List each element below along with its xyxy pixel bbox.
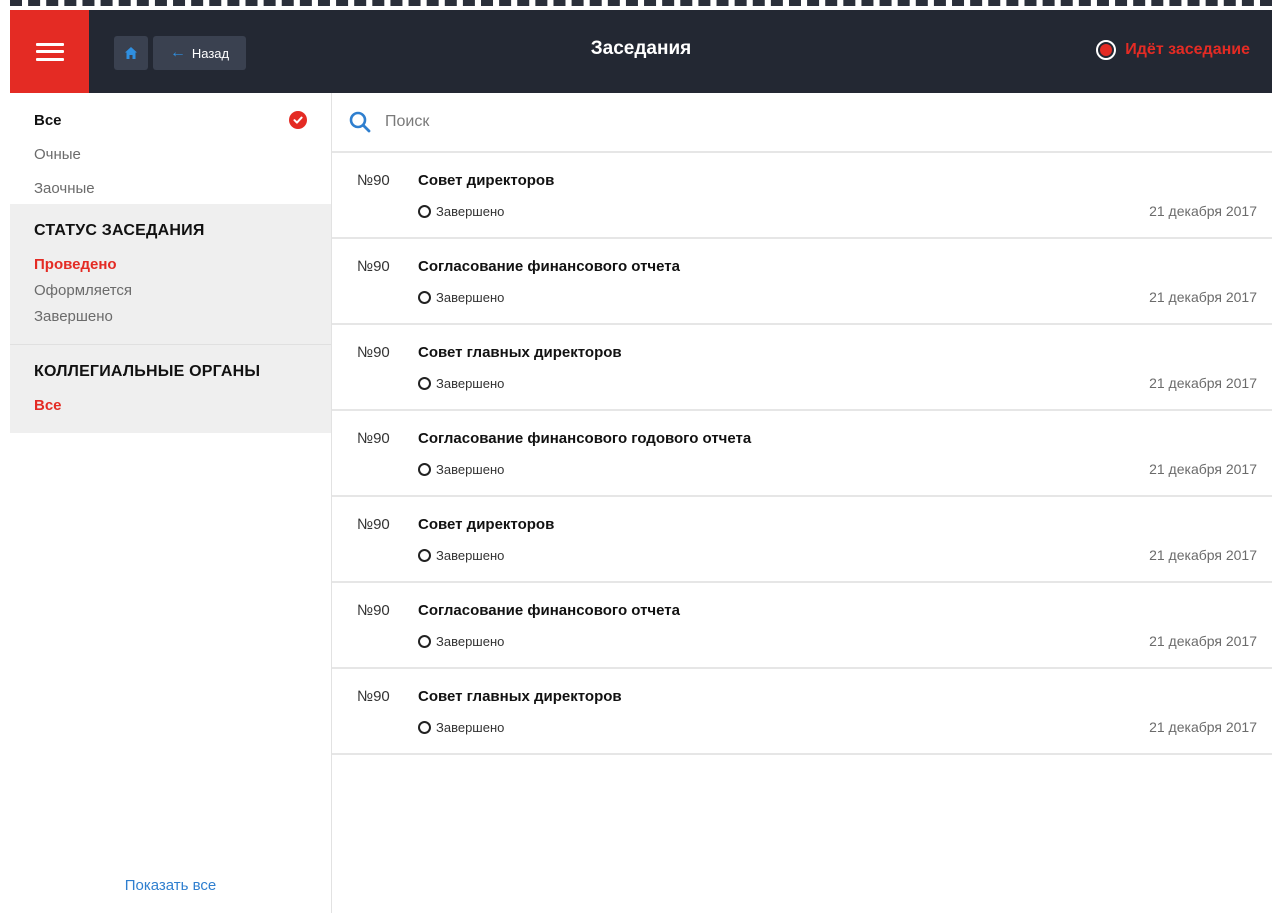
live-meeting-label: Идёт заседание	[1125, 41, 1250, 58]
home-button[interactable]	[114, 36, 148, 70]
meeting-list: №90 Совет директоров Завершено 21 декабр…	[332, 153, 1272, 755]
status-group-title: СТАТУС ЗАСЕДАНИЯ	[34, 222, 205, 239]
filter-type-remote[interactable]: Заочные	[34, 177, 309, 211]
status-filter-held[interactable]: Проведено	[34, 252, 307, 278]
top-strip	[10, 0, 1272, 10]
status-circle-icon	[418, 635, 431, 648]
meeting-type-filter: Все Очные Заочные	[10, 93, 331, 204]
menu-button[interactable]	[10, 10, 89, 93]
status-circle-icon	[418, 721, 431, 734]
search-input[interactable]	[383, 112, 987, 132]
meeting-status-label: Завершено	[436, 290, 505, 305]
meeting-number: №90	[357, 602, 390, 619]
status-circle-icon	[418, 549, 431, 562]
meeting-title: Совет главных директоров	[418, 344, 622, 361]
meeting-date: 21 декабря 2017	[1149, 203, 1257, 219]
status-filter-group: СТАТУС ЗАСЕДАНИЯ Проведено Оформляется З…	[10, 204, 331, 344]
meeting-title: Согласование финансового отчета	[418, 258, 680, 275]
meeting-row[interactable]: №90 Совет главных директоров Завершено 2…	[332, 325, 1272, 411]
meeting-number: №90	[357, 688, 390, 705]
meeting-number: №90	[357, 258, 390, 275]
search-bar	[332, 93, 1272, 153]
meeting-date: 21 декабря 2017	[1149, 375, 1257, 391]
meeting-number: №90	[357, 516, 390, 533]
meeting-row[interactable]: №90 Согласование финансового годового от…	[332, 411, 1272, 497]
show-all-link[interactable]: Показать все	[10, 877, 331, 894]
status-circle-icon	[418, 291, 431, 304]
status-circle-icon	[418, 377, 431, 390]
meeting-date: 21 декабря 2017	[1149, 461, 1257, 477]
status-filter-completed[interactable]: Завершено	[34, 304, 307, 330]
back-button[interactable]: ← Назад	[153, 36, 246, 70]
meeting-title: Совет директоров	[418, 516, 555, 533]
filter-sidebar: Все Очные Заочные СТАТУС ЗАСЕДАНИЯ Прове…	[10, 93, 332, 913]
meeting-title: Совет главных директоров	[418, 688, 622, 705]
meeting-status: Завершено	[418, 204, 504, 219]
meeting-status: Завершено	[418, 634, 504, 649]
meeting-date: 21 декабря 2017	[1149, 547, 1257, 563]
meeting-status: Завершено	[418, 720, 504, 735]
organs-filter-all[interactable]: Все	[34, 393, 307, 419]
meeting-status-label: Завершено	[436, 462, 505, 477]
hamburger-icon	[35, 42, 64, 61]
meeting-status-label: Завершено	[436, 720, 505, 735]
app-header: ← Назад Заседания Идёт заседание	[10, 10, 1272, 93]
meetings-panel: №90 Совет директоров Завершено 21 декабр…	[332, 93, 1272, 913]
meeting-number: №90	[357, 172, 390, 189]
check-icon	[289, 111, 307, 129]
status-circle-icon	[418, 205, 431, 218]
status-filter-processing[interactable]: Оформляется	[34, 278, 307, 304]
meeting-row[interactable]: №90 Согласование финансового отчета Заве…	[332, 583, 1272, 669]
meeting-title: Согласование финансового отчета	[418, 602, 680, 619]
meeting-date: 21 декабря 2017	[1149, 289, 1257, 305]
meeting-title: Совет директоров	[418, 172, 555, 189]
status-circle-icon	[418, 463, 431, 476]
meeting-date: 21 декабря 2017	[1149, 633, 1257, 649]
record-icon	[1096, 40, 1117, 60]
meeting-status: Завершено	[418, 290, 504, 305]
meeting-date: 21 декабря 2017	[1149, 719, 1257, 735]
home-icon	[125, 47, 137, 59]
arrow-left-icon: ←	[169, 44, 186, 61]
meeting-status-label: Завершено	[436, 548, 505, 563]
meeting-status: Завершено	[418, 548, 504, 563]
meeting-title: Согласование финансового годового отчета	[418, 430, 752, 447]
meeting-status: Завершено	[418, 462, 504, 477]
organs-group-title: КОЛЛЕГИАЛЬНЫЕ ОРГАНЫ	[34, 363, 261, 380]
organs-filter-group: КОЛЛЕГИАЛЬНЫЕ ОРГАНЫ Все	[10, 344, 331, 433]
meeting-row[interactable]: №90 Совет директоров Завершено 21 декабр…	[332, 497, 1272, 583]
meeting-number: №90	[357, 430, 390, 447]
meeting-row[interactable]: №90 Совет главных директоров Завершено 2…	[332, 669, 1272, 755]
meeting-status-label: Завершено	[436, 204, 505, 219]
meeting-status-label: Завершено	[436, 376, 505, 391]
meeting-status-label: Завершено	[436, 634, 505, 649]
filter-type-in-person[interactable]: Очные	[34, 143, 309, 177]
live-meeting-indicator[interactable]: Идёт заседание	[1096, 40, 1250, 60]
meeting-number: №90	[357, 344, 390, 361]
search-icon[interactable]	[348, 110, 372, 134]
filter-type-all[interactable]: Все	[34, 109, 309, 143]
back-button-label: Назад	[191, 45, 230, 61]
meeting-row[interactable]: №90 Согласование финансового отчета Заве…	[332, 239, 1272, 325]
meeting-row[interactable]: №90 Совет директоров Завершено 21 декабр…	[332, 153, 1272, 239]
meeting-status: Завершено	[418, 376, 504, 391]
